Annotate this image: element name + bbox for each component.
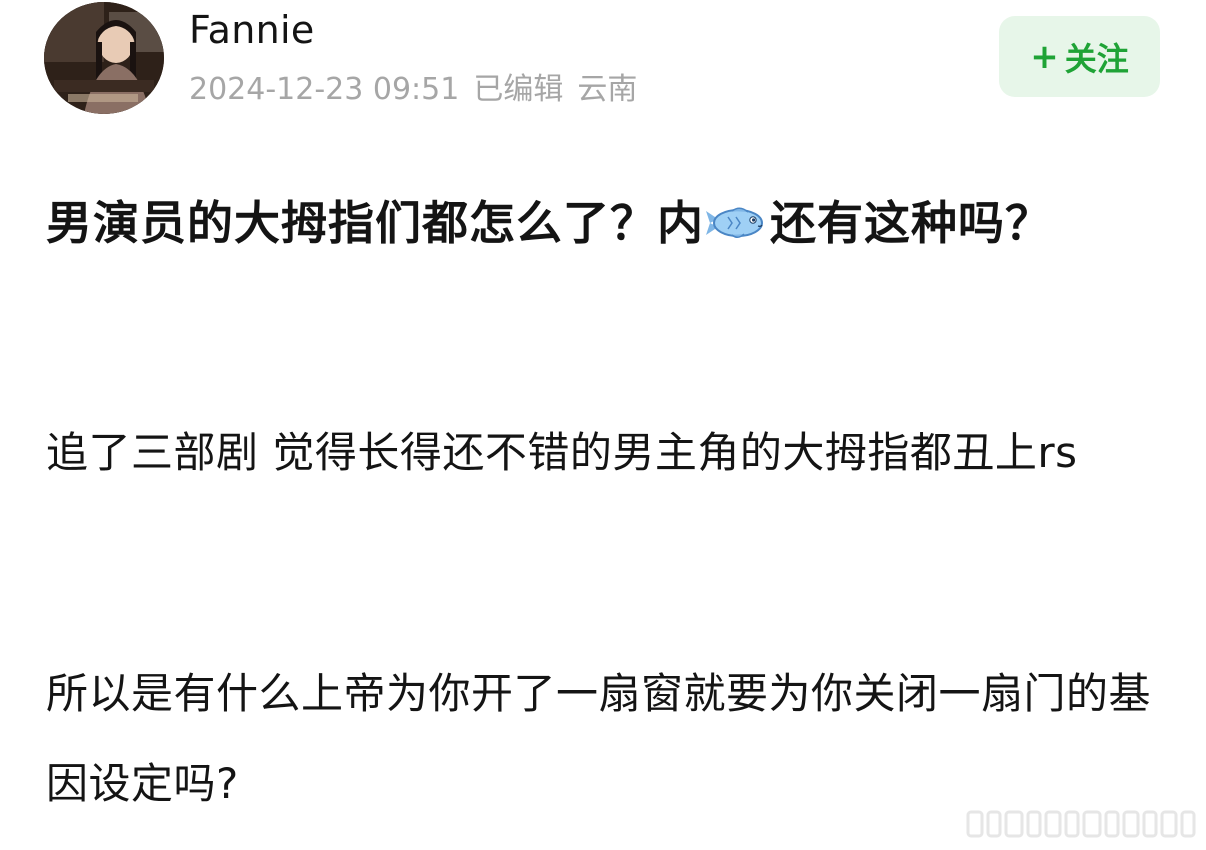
post-paragraph: 所以是有什么上帝为你开了一扇窗就要为你关闭一扇门的基因设定吗? [46, 669, 1152, 808]
post-paragraph: 追了三部剧 觉得长得还不错的男主角的大拇指都丑上rs [46, 428, 1078, 477]
post-title-text-after: 还有这种吗？ [770, 196, 1052, 250]
author-name[interactable]: Fannie [189, 6, 315, 54]
edited-label: 已编辑 [473, 72, 564, 107]
avatar-photo-icon [44, 2, 164, 114]
follow-button-label: 关注 [1064, 39, 1129, 78]
follow-button[interactable]: + 关注 [999, 16, 1160, 97]
post-meta: 2024-12-23 09:51 已编辑 云南 [189, 70, 651, 110]
post-timestamp: 2024-12-23 09:51 [189, 72, 460, 107]
watermark-logo [966, 806, 1198, 842]
plus-icon: + [1030, 36, 1059, 77]
avatar[interactable] [44, 2, 164, 114]
post-title: 男演员的大拇指们都怎么了？内 还有这种吗？ [46, 184, 1156, 262]
fish-icon [706, 188, 768, 238]
post-title-text-before: 男演员的大拇指们都怎么了？内 [46, 196, 704, 250]
location-label: 云南 [577, 72, 638, 107]
